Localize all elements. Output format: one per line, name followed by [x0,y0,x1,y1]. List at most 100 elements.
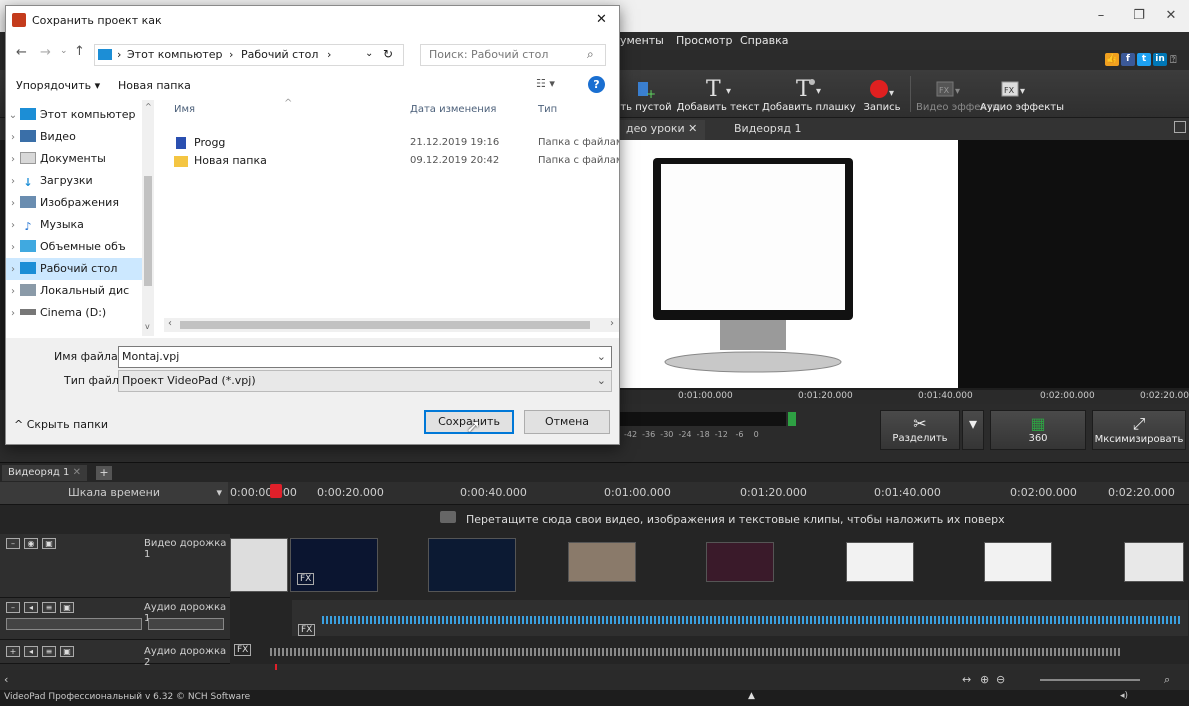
close-button[interactable]: ✕ [1156,6,1186,26]
help-icon[interactable]: ⍰ [1170,53,1177,67]
video-clip[interactable] [568,542,636,582]
overlay-drop-zone[interactable]: Перетащите сюда свои видео, изображения … [0,504,1189,534]
scrollbar-thumb[interactable] [180,321,590,329]
lock-icon[interactable]: ▣ [60,646,74,657]
like-icon[interactable]: 👍 [1105,53,1119,66]
visibility-icon[interactable]: ◉ [24,538,38,549]
playhead-handle[interactable] [270,484,282,498]
timeline-scroll-bar[interactable]: ‹ ↔ ⊕ ⊖ ⌕ [0,670,1189,690]
nav-item-pictures[interactable]: › Изображения [6,192,148,214]
split-dropdown-button[interactable]: ▾ [962,410,984,450]
clip-fx-badge[interactable]: FX [234,644,252,656]
chevron-down-icon[interactable]: ⌄ [597,371,606,391]
hide-folders-toggle[interactable]: ^ Скрыть папки [14,418,108,431]
nav-item-3d-objects[interactable]: › Объемные объ [6,236,148,258]
nav-item-desktop[interactable]: › Рабочий стол [6,258,148,280]
nav-item-downloads[interactable]: › ↓ Загрузки [6,170,148,192]
filetype-select[interactable]: Проект VideoPad (*.vpj) ⌄ [118,370,612,392]
zoom-icon[interactable]: ⌕ [1164,673,1170,687]
breadcrumb-item[interactable]: Рабочий стол [241,48,318,61]
breadcrumb[interactable]: › Этот компьютер › Рабочий стол › ⌄ ↻ [94,44,404,66]
cancel-button[interactable]: Отмена [524,410,610,434]
column-header-date[interactable]: Дата изменения [410,104,496,115]
nav-item-drive-d[interactable]: › Cinema (D:) [6,302,148,324]
record-button[interactable]: ▾ Запись [858,70,906,118]
nav-item-documents[interactable]: › Документы [6,148,148,170]
expand-up-icon[interactable]: ▲ [748,691,755,701]
split-button[interactable]: ✂ Разделить [880,410,960,450]
add-sequence-button[interactable]: + [96,466,112,480]
clip-fx-badge[interactable]: FX [298,624,316,636]
menu-item-help[interactable]: Справка [740,34,788,47]
mixer-icon[interactable]: ≡ [42,646,56,657]
up-icon[interactable]: ↑ [74,44,85,59]
close-tab-icon[interactable]: ✕ [73,467,81,478]
video-clip[interactable] [984,542,1052,582]
audio-track-2[interactable]: FX [230,640,1189,664]
add-blank-button[interactable]: + ть пустой [620,70,672,118]
clip-fx-badge[interactable]: FX [297,573,315,585]
zoom-in-icon[interactable]: ⊕ [980,673,989,686]
audio-clip[interactable]: FX [292,600,1188,636]
history-chevron-icon[interactable]: ⌄ [60,46,68,56]
linkedin-icon[interactable]: in [1153,53,1167,66]
add-text-button[interactable]: T ▾ Добавить текст [676,70,760,118]
zoom-slider[interactable] [1040,679,1140,681]
scroll-left-icon[interactable]: ‹ [4,673,8,686]
video-effects-button[interactable]: FX ▾ Видео эффекты [916,70,1000,118]
menu-item-view[interactable]: Просмотр [676,34,732,47]
scroll-left-icon[interactable]: ‹ [168,318,172,329]
add-title-button[interactable]: T ▾ Добавить плашку [762,70,856,118]
search-input[interactable]: Поиск: Рабочий стол ⌕ [420,44,606,66]
nav-item-video[interactable]: › Видео [6,126,148,148]
horizontal-scrollbar[interactable]: ‹ › [164,318,619,332]
nav-item-this-pc[interactable]: ⌄ Этот компьютер [6,104,148,126]
chevron-down-icon[interactable]: ⌄ [365,48,373,59]
file-row[interactable]: Новая папка 09.12.2019 20:42 Папка с фай… [154,152,619,170]
audio-track-1[interactable]: FX [230,598,1189,640]
video-clip[interactable] [428,538,516,592]
help-icon[interactable]: ? [588,76,605,93]
audio-effects-button[interactable]: FX ▾ Аудио эффекты [980,70,1064,118]
collapse-track-icon[interactable]: – [6,602,20,613]
filename-input[interactable]: Montaj.vpj ⌄ [118,346,612,368]
vr-360-button[interactable]: ▦ 360 [990,410,1086,450]
lock-icon[interactable]: ▣ [60,602,74,613]
chevron-down-icon[interactable]: ⌄ [597,347,606,367]
undock-icon[interactable] [1174,121,1186,133]
twitter-icon[interactable]: t [1137,53,1151,66]
speaker-icon[interactable]: ◂ [24,646,38,657]
new-folder-button[interactable]: Новая папка [118,79,191,92]
pan-slider[interactable] [148,618,224,630]
back-icon[interactable]: ← [16,45,27,60]
tab-sequence-preview[interactable]: Видеоряд 1 [726,120,810,140]
minimize-button[interactable]: – [1086,6,1116,26]
speaker-icon[interactable]: ◂ [24,602,38,613]
close-tab-icon[interactable]: ✕ [688,122,697,135]
maximize-button[interactable]: ❐ [1124,6,1154,26]
scrollbar-thumb[interactable] [144,176,152,286]
video-clip[interactable] [706,542,774,582]
menu-item-tools[interactable]: ументы [620,34,664,47]
view-options-icon[interactable]: ☷ ▾ [536,77,555,90]
zoom-out-icon[interactable]: ⊖ [996,673,1005,686]
video-clip[interactable]: FX [290,538,378,592]
volume-icon[interactable]: ◂) [1120,691,1128,701]
nav-item-music[interactable]: › ♪ Музыка [6,214,148,236]
facebook-icon[interactable]: f [1121,53,1135,66]
video-track-1[interactable]: FX [230,534,1189,598]
refresh-icon[interactable]: ↻ [383,47,393,61]
zoom-fit-icon[interactable]: ↔ [962,673,971,686]
scroll-down-icon[interactable]: v [145,322,150,331]
forward-icon[interactable]: → [40,45,51,60]
breadcrumb-item[interactable]: Этот компьютер [127,48,223,61]
column-header-type[interactable]: Тип [538,104,557,115]
file-row[interactable]: Progg 21.12.2019 19:16 Папка с файлами [154,134,619,152]
mixer-icon[interactable]: ≡ [42,602,56,613]
scroll-right-icon[interactable]: › [610,318,614,329]
volume-slider[interactable] [6,618,142,630]
tab-sequence[interactable]: Видеоряд 1 ✕ [2,465,87,481]
nav-scrollbar[interactable]: ^ v [142,100,154,336]
maximize-preview-button[interactable]: ⤢ Мксимизировать [1092,410,1186,450]
dialog-close-button[interactable]: ✕ [596,12,607,27]
